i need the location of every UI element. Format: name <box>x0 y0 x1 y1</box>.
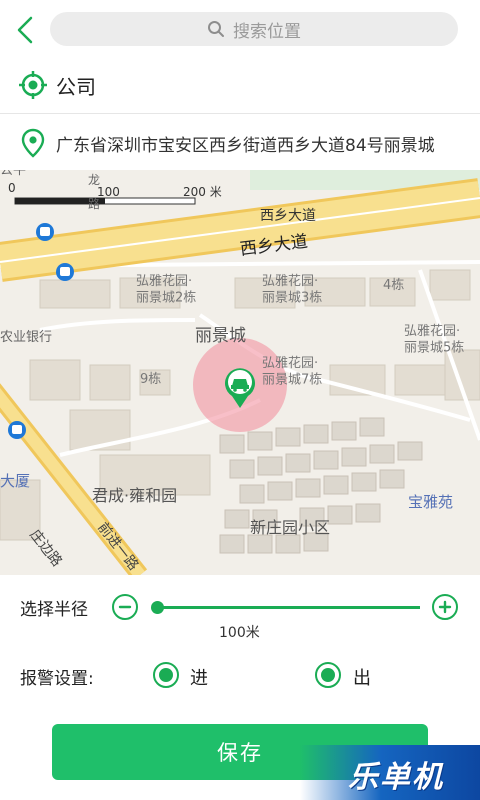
map-canvas[interactable]: 公平 龙 路 0 100 200 米 西乡大道 西乡大道 弘雅花园·丽景城2栋 … <box>0 170 480 575</box>
radius-label: 选择半径 <box>20 600 88 620</box>
alarm-out-radio[interactable] <box>315 662 341 688</box>
alarm-in-radio[interactable] <box>153 662 179 688</box>
watermark-logo: 乐单机 <box>348 760 444 795</box>
map-label-baoya: 宝雅苑 <box>408 493 453 511</box>
location-target-icon <box>19 71 47 99</box>
radius-slider-thumb[interactable] <box>151 601 164 614</box>
radius-row: 选择半径 100米 <box>0 575 480 642</box>
plus-circle-icon <box>438 600 452 614</box>
map-label-dasha: 大厦 <box>0 472 30 490</box>
alarm-settings-row: 报警设置: 进 出 <box>0 641 480 707</box>
top-bar: 搜索位置 <box>0 0 480 59</box>
fence-name[interactable]: 公司 <box>56 71 96 100</box>
scale-label-100: 100 <box>97 185 120 199</box>
map-label-road-top-right: 西乡大道 <box>260 208 316 224</box>
map-view[interactable]: 公平 龙 路 0 100 200 米 西乡大道 西乡大道 弘雅花园·丽景城2栋 … <box>0 170 480 575</box>
radius-slider-track[interactable] <box>157 606 420 609</box>
map-label-liji-city: 丽景城 <box>195 326 246 346</box>
map-label-block-4: 4栋 <box>383 277 404 293</box>
radio-selected-dot <box>321 668 335 682</box>
minus-circle-icon <box>118 605 132 609</box>
search-placeholder: 搜索位置 <box>233 21 301 42</box>
map-label-xinzhuang: 新庄园小区 <box>250 518 330 537</box>
radio-selected-dot <box>159 668 173 682</box>
back-button[interactable] <box>8 14 42 46</box>
map-label-junchen: 君成·雍和园 <box>92 486 177 505</box>
radius-value: 100米 <box>219 625 260 641</box>
alarm-label: 报警设置: <box>20 669 94 689</box>
scale-label-0: 0 <box>8 181 16 195</box>
map-label-block-9: 9栋 <box>140 371 161 387</box>
address-row: 广东省深圳市宝安区西乡街道西乡大道84号丽景城 <box>0 114 480 170</box>
alarm-in-label[interactable]: 进 <box>190 664 208 690</box>
alarm-out-label[interactable]: 出 <box>353 664 371 690</box>
fence-name-row[interactable]: 公司 <box>0 58 480 114</box>
map-pin-icon <box>21 128 45 158</box>
search-input[interactable]: 搜索位置 <box>50 12 458 46</box>
scale-label-200: 200 米 <box>183 185 222 199</box>
chevron-left-icon <box>17 16 33 44</box>
radius-plus-button[interactable] <box>432 594 458 620</box>
map-label-partial-top-left: 公平 <box>0 170 26 178</box>
map-label-bank: 农业银行 <box>0 330 52 345</box>
address-text: 广东省深圳市宝安区西乡街道西乡大道84号丽景城 <box>56 136 435 156</box>
radius-minus-button[interactable] <box>112 594 138 620</box>
search-icon <box>208 21 224 37</box>
